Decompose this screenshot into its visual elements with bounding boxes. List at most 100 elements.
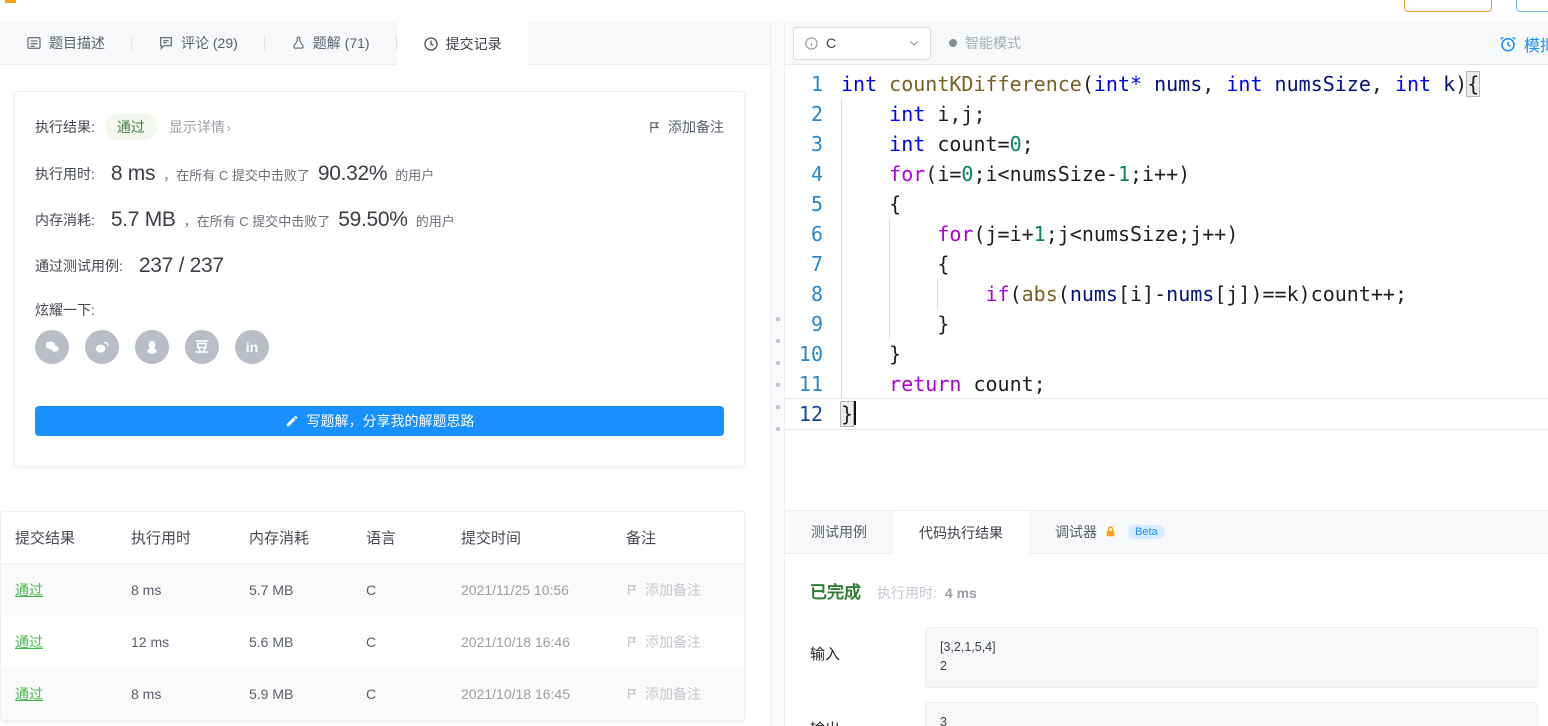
console-tab-debugger[interactable]: 调试器 Beta [1029,511,1191,553]
share-qq-icon[interactable] [135,330,169,364]
tab-comments[interactable]: 评论 (29) [132,22,264,64]
left-tabbar: 题目描述 评论 (29) 题解 (71) 提交记录 [0,22,770,65]
main-split: 题目描述 评论 (29) 题解 (71) 提交记录 执行结果: 通过 显示详情 › 添加… [0,22,1548,726]
add-note-button[interactable]: 添加备注 [626,580,744,600]
testcases-value: 237 / 237 [138,254,224,277]
tab-submissions[interactable]: 提交记录 [396,22,528,65]
tab-description[interactable]: 题目描述 [0,22,131,64]
line-number: 9 [810,312,823,336]
memory-beat-suffix: 的用户 [415,213,455,229]
run-status: 已完成 [810,583,861,602]
code-line-content: int countKDifference(int* nums, int nums… [841,71,1481,97]
top-action-button-2[interactable] [1516,0,1548,12]
code-line-content: for(i=0;i<numsSize-1;i++) [841,159,1190,189]
code-line[interactable]: 1 int countKDifference(int* nums, int num… [785,69,1548,99]
code-line[interactable]: 4 for(i=0;i<numsSize-1;i++) [785,159,1548,189]
tab-label: 调试器 [1055,524,1097,540]
code-line[interactable]: 12} [785,398,1548,430]
testcases-row: 通过测试用例: 237 / 237 [35,254,724,278]
result-row: 执行结果: 通过 显示详情 › 添加备注 [35,114,724,140]
pencil-icon [285,414,299,428]
submission-result-link[interactable]: 通过 [15,684,43,704]
code-editor[interactable]: 1 int countKDifference(int* nums, int num… [785,65,1548,510]
brag-label: 炫耀一下: [35,302,95,318]
submission-memory: 5.9 MB [249,686,294,702]
add-note-button[interactable]: 添加备注 [626,632,744,652]
column-header: 语言 [366,530,397,547]
console-panel: 测试用例 代码执行结果 调试器 Beta 已完成 执行用时: 4 ms 输入 [3,2… [785,510,1548,726]
submission-time: 2021/11/25 10:56 [461,582,569,598]
left-pane: 题目描述 评论 (29) 题解 (71) 提交记录 执行结果: 通过 显示详情 › 添加… [0,22,770,726]
flag-gray-icon [626,583,639,597]
add-note-label: 添加备注 [645,582,701,598]
output-row: 输出 3 [810,701,1538,726]
submission-time: 2021/10/18 16:45 [461,686,570,702]
language-select[interactable]: C [793,26,931,60]
code-line[interactable]: 2 int i,j; [785,99,1548,129]
lock-icon [1104,525,1117,539]
write-solution-button[interactable]: 写题解，分享我的解题思路 [35,406,724,436]
code-line-content: int count=0; [841,129,1034,159]
runtime-beat-suffix: 的用户 [395,167,435,183]
code-line-content: if(abs(nums[i]-nums[j])==k)count++; [841,279,1407,309]
share-douban-icon[interactable]: 豆 [185,330,219,364]
mode-label: 智能模式 [965,35,1021,51]
memory-beat-prefix: ，在所有 C 提交中击败了 [183,213,331,229]
code-line[interactable]: 6 for(j=i+1;j<numsSize;j++) [785,219,1548,249]
code-line-content: } [839,399,857,429]
code-line[interactable]: 11 return count; [785,369,1548,399]
console-tab-testcase[interactable]: 测试用例 [785,511,893,553]
code-line[interactable]: 3 int count=0; [785,129,1548,159]
indent-guide [889,309,891,339]
submission-result-link[interactable]: 通过 [15,632,43,652]
tab-label: 提交记录 [445,35,502,52]
share-wechat-icon[interactable] [35,330,69,364]
code-line[interactable]: 10 } [785,339,1548,369]
smart-mode-indicator[interactable]: 智能模式 [949,33,1021,53]
code-line[interactable]: 5 { [785,189,1548,219]
column-header: 执行用时 [131,530,192,547]
code-line[interactable]: 8 if(abs(nums[i]-nums[j])==k)count++; [785,279,1548,309]
submission-result-link[interactable]: 通过 [15,580,43,600]
submission-runtime: 12 ms [131,634,170,650]
console-body: 已完成 执行用时: 4 ms 输入 [3,2,1,5,4] 2 输出 3 [785,554,1548,726]
result-card: 执行结果: 通过 显示详情 › 添加备注 执行用时: 8 ms ，在所有 C 提交… [14,91,745,467]
code-line[interactable]: 7 { [785,249,1548,279]
share-linkedin-icon[interactable]: in [235,330,269,364]
top-action-button-1[interactable] [1404,0,1492,12]
testcases-label: 通过测试用例: [35,258,123,274]
line-number: 1 [810,72,823,96]
add-note-button[interactable]: 添加备注 [648,117,724,137]
indent-guide [841,339,842,369]
console-tab-run-result[interactable]: 代码执行结果 [893,511,1029,554]
text-cursor [854,401,857,425]
submission-time: 2021/10/18 16:46 [461,634,570,650]
drag-handle-icon [775,317,780,431]
mode-dot-icon [949,39,957,47]
indent-guide [889,249,891,279]
add-note-button[interactable]: 添加备注 [626,684,744,704]
mock-timer-button[interactable]: 模拟 [1499,22,1548,65]
tab-solutions[interactable]: 题解 (71) [265,22,396,64]
alarm-clock-icon [1499,35,1517,53]
submission-language: C [366,582,377,598]
code-line[interactable]: 9 } [785,309,1548,339]
code-line-content: return count; [841,369,1046,399]
editor-toolbar: C 智能模式 模拟 [785,22,1548,65]
line-number: 8 [810,282,823,306]
status-badge: 通过 [104,114,157,140]
show-details-link[interactable]: 显示详情 › [169,117,231,137]
share-weibo-icon[interactable] [85,330,119,364]
line-number: 2 [810,102,823,126]
table-row: 通过 12 ms 5.6 MB C 2021/10/18 16:46 添加备注 [1,616,744,668]
pane-splitter[interactable] [770,22,785,726]
tab-label: 测试用例 [811,524,867,540]
code-line-content: { [841,249,949,279]
output-label: 输出 [810,702,925,726]
comment-icon [158,35,174,51]
submission-runtime: 8 ms [131,582,162,598]
indent-guide [841,129,842,159]
top-header [0,0,1548,22]
description-icon [26,35,42,51]
line-number: 10 [798,342,823,366]
